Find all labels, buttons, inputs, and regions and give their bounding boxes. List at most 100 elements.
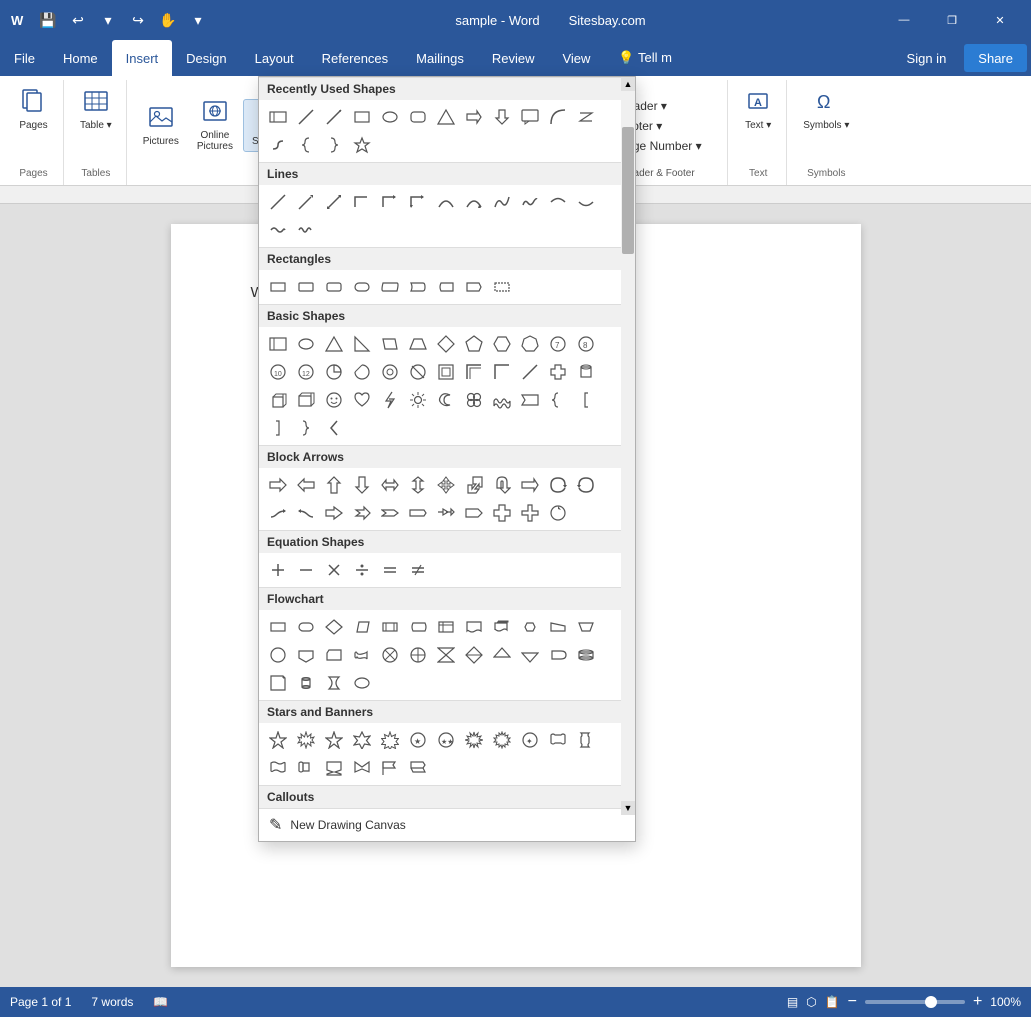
menu-mailings[interactable]: Mailings	[402, 40, 478, 76]
shape-basic-brace1[interactable]	[545, 387, 571, 413]
menu-share[interactable]: Share	[964, 44, 1027, 72]
shape-rect3[interactable]	[321, 274, 347, 300]
shape-starburst3[interactable]	[489, 727, 515, 753]
shape-arrow-up-block[interactable]	[321, 472, 347, 498]
shape-fc-summing[interactable]	[377, 642, 403, 668]
shape-basic-lightning[interactable]	[377, 387, 403, 413]
shape-arrow-down-block[interactable]	[349, 472, 375, 498]
shape-basic-bracket2[interactable]	[265, 415, 291, 441]
shape-basic-triangle[interactable]	[321, 331, 347, 357]
shape-arc[interactable]	[545, 104, 571, 130]
undo-button[interactable]: ↩	[64, 6, 92, 34]
shape-eq-multiply[interactable]	[321, 557, 347, 583]
shape-brace-right[interactable]	[321, 132, 347, 158]
shape-rect[interactable]	[349, 104, 375, 130]
shape-arrow-chevron-right2[interactable]	[349, 500, 375, 526]
shape-eq-notequal[interactable]	[405, 557, 431, 583]
shape-basic-cube[interactable]	[265, 387, 291, 413]
scroll-up-button[interactable]: ▲	[621, 77, 635, 91]
shape-fc-or[interactable]	[405, 642, 431, 668]
shape-arrow-curvy-right[interactable]	[265, 500, 291, 526]
shape-elbow1[interactable]	[349, 189, 375, 215]
shape-basic-rtriangle[interactable]	[349, 331, 375, 357]
menu-view[interactable]: View	[548, 40, 604, 76]
shape-fc-process[interactable]	[265, 614, 291, 640]
shape-arrow-notch-right[interactable]	[377, 500, 403, 526]
reading-mode-icon[interactable]: 📖	[153, 995, 168, 1009]
shape-banner-flag2[interactable]	[405, 755, 431, 781]
shape-basic-circle8[interactable]: 8	[573, 331, 599, 357]
shape-fc-card[interactable]	[321, 642, 347, 668]
shape-banner-wavy2[interactable]	[293, 755, 319, 781]
shape-starburst2[interactable]	[461, 727, 487, 753]
shape-arrow-ud-block[interactable]	[405, 472, 431, 498]
shape-basic-brace2[interactable]	[293, 415, 319, 441]
shape-fc-sort[interactable]	[461, 642, 487, 668]
shape-starburst[interactable]	[293, 727, 319, 753]
restore-button[interactable]: ❐	[929, 0, 975, 40]
shape-banner-scroll-h[interactable]	[545, 727, 571, 753]
undo-dropdown[interactable]: ▾	[94, 6, 122, 34]
text-button[interactable]: A Text ▾	[736, 84, 780, 135]
close-button[interactable]: ✕	[977, 0, 1023, 40]
shape-rect8[interactable]	[461, 274, 487, 300]
touch-button[interactable]: ✋	[154, 6, 182, 34]
shape-basic-wave[interactable]	[489, 387, 515, 413]
shape-banner-flag[interactable]	[377, 755, 403, 781]
menu-home[interactable]: Home	[49, 40, 112, 76]
shape-basic-halfframe[interactable]	[461, 359, 487, 385]
shape-star7[interactable]	[377, 727, 403, 753]
shape-basic-rect3d[interactable]	[293, 387, 319, 413]
shape-ellipse[interactable]	[377, 104, 403, 130]
shape-rect9[interactable]	[489, 274, 515, 300]
shape-star6[interactable]	[349, 727, 375, 753]
table-button[interactable]: Table ▾	[72, 84, 120, 135]
minimize-button[interactable]: —	[881, 0, 927, 40]
shape-arrow-4way[interactable]	[433, 472, 459, 498]
shape-eq-equal[interactable]	[377, 557, 403, 583]
shape-basic-sun[interactable]	[405, 387, 431, 413]
shapes-scroll-area[interactable]: Recently Used Shapes	[259, 77, 621, 808]
shape-fc-delay[interactable]	[545, 642, 571, 668]
customize-button[interactable]: ▾	[184, 6, 212, 34]
shape-basic-cross[interactable]	[545, 359, 571, 385]
shape-fc-cylinder[interactable]	[293, 670, 319, 696]
shape-rect4[interactable]	[349, 274, 375, 300]
shape-scribble[interactable]	[517, 189, 543, 215]
shape-fc-data[interactable]	[349, 614, 375, 640]
shape-basic-circle12[interactable]: 12	[293, 359, 319, 385]
shape-basic-hexagon[interactable]	[489, 331, 515, 357]
shape-eq-minus[interactable]	[293, 557, 319, 583]
shape-line2[interactable]	[321, 104, 347, 130]
shape-fc-terminal[interactable]	[293, 614, 319, 640]
pictures-button[interactable]: Pictures	[135, 100, 187, 151]
shape-basic-smiley[interactable]	[321, 387, 347, 413]
shape-arrow-double-notch[interactable]	[433, 500, 459, 526]
shape-arrow-pentagon[interactable]	[461, 500, 487, 526]
shape-fc-connector[interactable]	[265, 642, 291, 668]
shape-line-double-arrow[interactable]	[321, 189, 347, 215]
scroll-down-button[interactable]: ▼	[621, 801, 635, 815]
shape-fc-predefined[interactable]	[377, 614, 403, 640]
zoom-out-button[interactable]: −	[848, 993, 857, 1011]
shape-fc-tape[interactable]	[349, 642, 375, 668]
shape-basic-bracket1[interactable]	[573, 387, 599, 413]
shape-rect1[interactable]	[265, 274, 291, 300]
shape-basic-angbrace[interactable]	[321, 415, 347, 441]
shape-star4[interactable]	[265, 727, 291, 753]
menu-design[interactable]: Design	[172, 40, 240, 76]
shape-fc-database[interactable]	[573, 642, 599, 668]
shape-callout[interactable]	[517, 104, 543, 130]
shape-basic-oval[interactable]	[293, 331, 319, 357]
shape-triangle[interactable]	[433, 104, 459, 130]
shape-basic-chord[interactable]	[349, 359, 375, 385]
shape-textbox[interactable]	[265, 104, 291, 130]
shape-starburst4[interactable]: ✦	[517, 727, 543, 753]
menu-layout[interactable]: Layout	[241, 40, 308, 76]
shape-fc-collate[interactable]	[433, 642, 459, 668]
new-drawing-canvas[interactable]: ✎ New Drawing Canvas	[259, 808, 635, 841]
shape-basic-circle7[interactable]: 7	[545, 331, 571, 357]
shape-fc-document[interactable]	[461, 614, 487, 640]
shape-rounded-rect[interactable]	[405, 104, 431, 130]
save-button[interactable]: 💾	[34, 6, 62, 34]
